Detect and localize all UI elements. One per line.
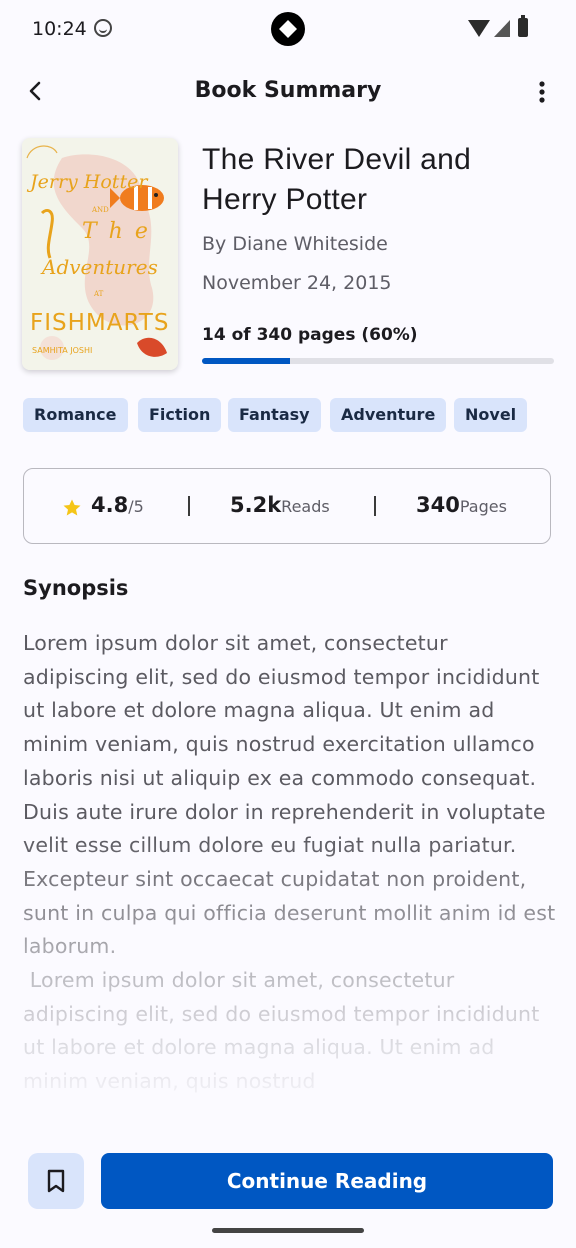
svg-text:AND: AND — [91, 206, 109, 214]
genre-tags: Romance Fiction Fantasy Adventure Novel — [23, 398, 563, 434]
divider — [188, 496, 190, 516]
reading-progress-text: 14 of 340 pages (60%) — [202, 325, 418, 345]
book-title: The River Devil and Herry Potter — [202, 143, 472, 216]
continue-reading-button[interactable]: Continue Reading — [101, 1153, 553, 1209]
svg-text:AT: AT — [93, 290, 104, 298]
rating-stat: 4.8/5 — [91, 493, 144, 517]
tag-novel[interactable]: Novel — [454, 398, 528, 432]
tag-adventure[interactable]: Adventure — [330, 398, 447, 432]
pages-stat: 340Pages — [416, 493, 507, 517]
divider — [374, 496, 376, 516]
system-icons — [468, 15, 538, 40]
more-vert-icon[interactable] — [528, 78, 556, 106]
bookmark-icon — [47, 1169, 65, 1193]
camera-cutout — [271, 12, 305, 46]
reading-progress-bar — [202, 358, 554, 364]
reads-stat: 5.2kReads — [230, 493, 330, 517]
publish-date: November 24, 2015 — [202, 272, 392, 294]
svg-text:The: The — [82, 219, 160, 244]
reading-progress-fill — [202, 358, 290, 364]
cellular-icon — [494, 20, 510, 37]
tag-fiction[interactable]: Fiction — [138, 398, 222, 432]
svg-text:FISHMARTS: FISHMARTS — [30, 310, 169, 336]
svg-text:SAMHITA JOSHI: SAMHITA JOSHI — [32, 346, 92, 355]
book-cover: Jerry Hotter AND The Adventures AT FISHM… — [22, 138, 178, 370]
synopsis-heading: Synopsis — [23, 576, 129, 600]
page-title: Book Summary — [194, 78, 382, 103]
book-author: By Diane Whiteside — [202, 233, 388, 255]
synopsis-scroll[interactable]: Lorem ipsum dolor sit amet, consectetur … — [23, 627, 558, 1127]
reads-unit: Reads — [281, 497, 330, 516]
rating-unit: /5 — [128, 497, 144, 516]
notification-face-icon — [94, 19, 112, 37]
pages-unit: Pages — [459, 497, 507, 516]
wifi-icon — [468, 20, 490, 37]
tag-romance[interactable]: Romance — [23, 398, 128, 432]
stats-card: 4.8/5 5.2kReads 340Pages — [23, 468, 551, 544]
tag-fantasy[interactable]: Fantasy — [228, 398, 321, 432]
battery-icon — [518, 15, 528, 37]
status-time: 10:24 — [32, 18, 87, 40]
top-app-bar: Book Summary — [0, 62, 576, 122]
svg-text:Adventures: Adventures — [40, 255, 158, 279]
status-bar: 10:24 — [0, 0, 576, 58]
svg-text:Jerry Hotter: Jerry Hotter — [26, 171, 149, 193]
bookmark-button[interactable] — [28, 1153, 84, 1209]
home-indicator[interactable] — [212, 1228, 364, 1233]
synopsis-text: Lorem ipsum dolor sit amet, consectetur … — [23, 631, 556, 1094]
rating-value: 4.8 — [91, 493, 129, 517]
reads-value: 5.2k — [230, 493, 282, 517]
star-icon — [63, 499, 81, 516]
pages-value: 340 — [416, 493, 460, 517]
